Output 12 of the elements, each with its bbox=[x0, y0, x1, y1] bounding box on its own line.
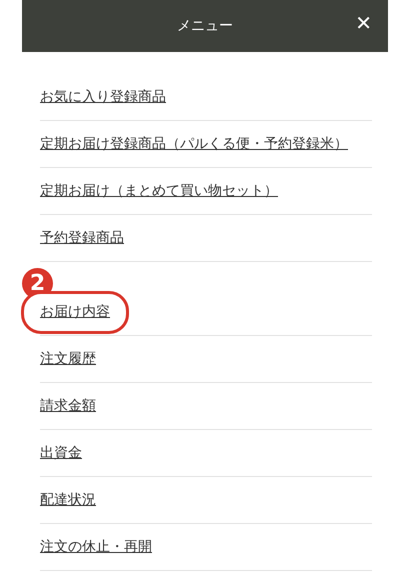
menu-item[interactable]: お気に入り登録商品 bbox=[40, 86, 166, 108]
menu-item[interactable]: 請求金額 bbox=[40, 396, 96, 416]
menu-item[interactable]: 注文の休止・再開 bbox=[40, 536, 152, 558]
close-button[interactable]: ✕ bbox=[351, 11, 376, 35]
menu-item[interactable]: 出資金 bbox=[40, 442, 82, 464]
menu-item[interactable]: 定期お届け登録商品（パルくる便・予約登録米） bbox=[40, 134, 348, 154]
menu-item[interactable]: 配達状況 bbox=[40, 490, 96, 510]
highlighted-menu-item[interactable]: お届け内容 bbox=[21, 290, 129, 334]
menu-title: メニュー bbox=[177, 16, 233, 36]
menu-item[interactable]: 注文履歴 bbox=[40, 348, 96, 370]
menu-item[interactable]: 定期お届け（まとめて買い物セット） bbox=[40, 180, 278, 202]
menu-item[interactable]: 予約登録商品 bbox=[40, 228, 124, 248]
